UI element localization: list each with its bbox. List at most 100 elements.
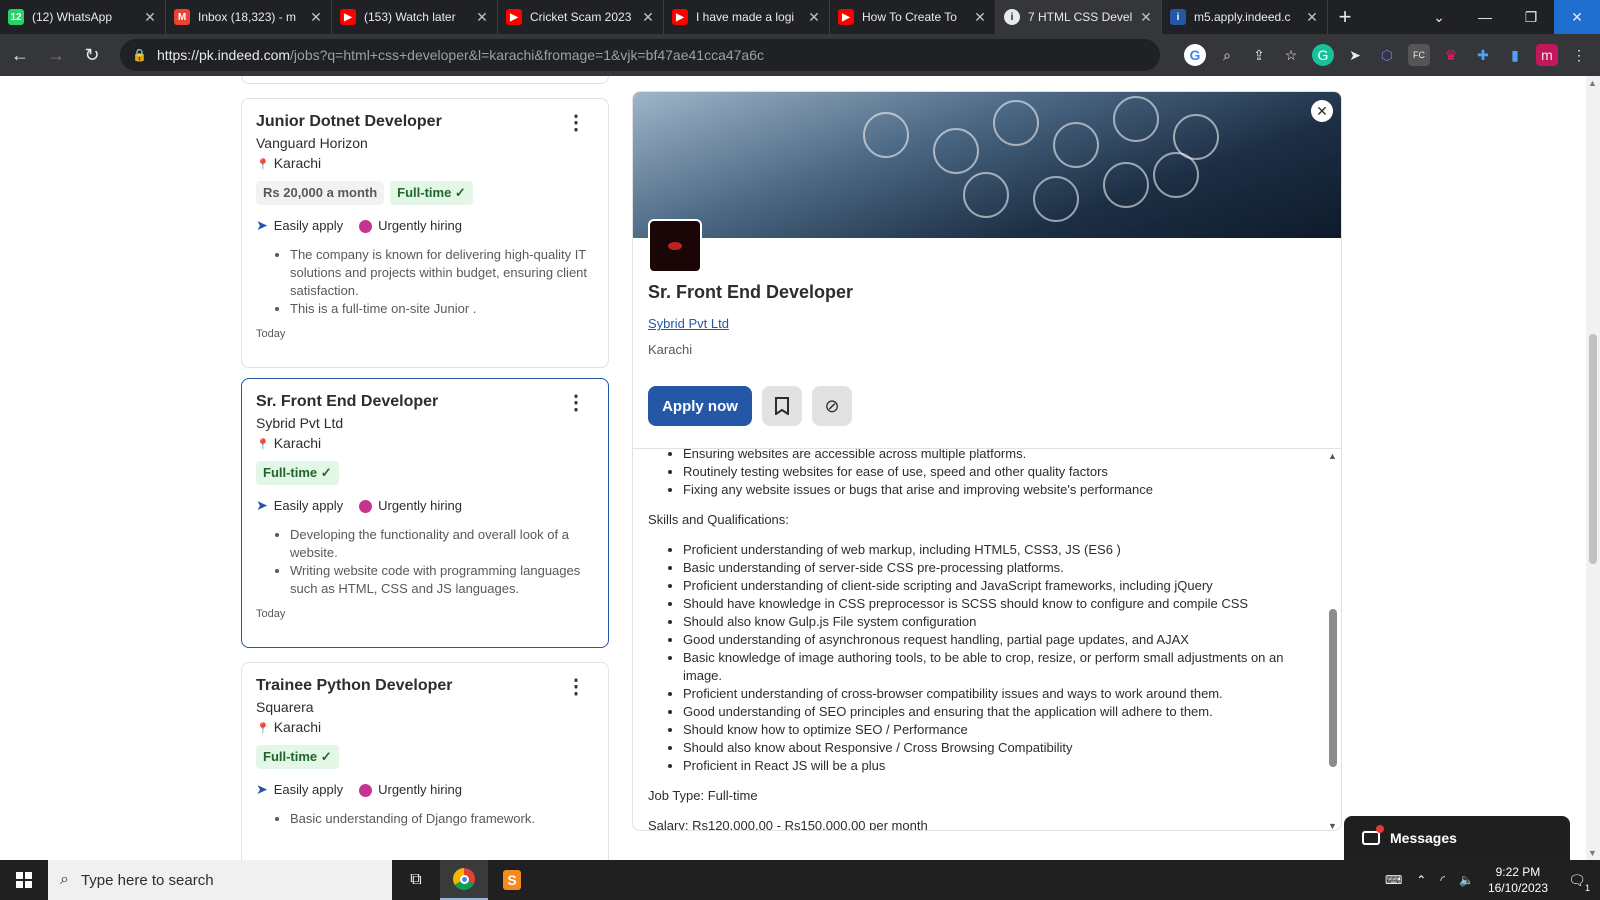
browser-tab[interactable]: ▶ I have made a logi ✕	[664, 0, 830, 34]
share-icon[interactable]: ⇪	[1248, 44, 1270, 66]
browser-tab[interactable]: ▶ How To Create To ✕	[830, 0, 996, 34]
notification-count: 1	[1584, 883, 1590, 893]
snippet-item: The company is known for delivering high…	[290, 246, 594, 300]
taskbar-clock[interactable]: 9:22 PM 16/10/2023	[1488, 864, 1548, 896]
sublime-text-icon[interactable]: S	[488, 860, 536, 900]
more-options-icon[interactable]: ⋮	[566, 393, 586, 413]
browser-tab[interactable]: 12 (12) WhatsApp ✕	[0, 0, 166, 34]
skills-heading: Skills and Qualifications:	[648, 512, 789, 527]
extensions-puzzle-icon[interactable]: ✚	[1472, 44, 1494, 66]
easily-apply-label: Easily apply	[273, 218, 344, 233]
job-card-badges: Rs 20,000 a month Full-time ✓	[256, 181, 594, 205]
new-tab-button[interactable]: +	[1328, 0, 1362, 34]
send-arrow-icon: ➤	[256, 781, 268, 797]
job-card-title[interactable]: Junior Dotnet Developer	[256, 113, 594, 131]
job-card-snippets: Basic understanding of Django framework.	[256, 810, 594, 828]
google-lens-icon[interactable]: G	[1184, 44, 1206, 66]
urgently-hiring: Urgently hiring	[359, 498, 462, 514]
grammarly-icon[interactable]: G	[1312, 44, 1334, 66]
profile-avatar[interactable]: m	[1536, 44, 1558, 66]
not-interested-icon[interactable]: ⊘	[812, 386, 852, 426]
banner-hex-icon	[963, 172, 1009, 218]
messages-button[interactable]: Messages	[1344, 816, 1570, 860]
windows-start-button[interactable]	[0, 860, 48, 900]
scroll-down-arrow-icon[interactable]: ▼	[1328, 821, 1337, 830]
close-tab-icon[interactable]: ✕	[973, 9, 987, 26]
browser-tab[interactable]: i m5.apply.indeed.c ✕	[1162, 0, 1328, 34]
page-scrollbar[interactable]: ▲ ▼	[1586, 76, 1600, 860]
browser-tab[interactable]: i 7 HTML CSS Devel ✕	[996, 0, 1162, 34]
job-card-location: 📍 Karachi	[256, 719, 594, 735]
windows-logo-icon	[16, 872, 32, 888]
browser-tab[interactable]: ▶ (153) Watch later ✕	[332, 0, 498, 34]
wifi-icon[interactable]: ◜	[1440, 873, 1445, 887]
close-tab-icon[interactable]: ✕	[807, 9, 821, 26]
job-card[interactable]: Sr. Front End Developer ⋮ Sybrid Pvt Ltd 📍 K…	[241, 378, 609, 648]
restore-button[interactable]: ❐	[1508, 0, 1554, 34]
job-card-title[interactable]: Sr. Front End Developer	[256, 393, 594, 411]
browser-tab[interactable]: M Inbox (18,323) - m ✕	[166, 0, 332, 34]
close-tab-icon[interactable]: ✕	[475, 9, 489, 26]
chrome-taskbar-icon[interactable]	[440, 860, 488, 900]
tab-search-icon[interactable]: ⌄	[1416, 0, 1462, 34]
volume-icon[interactable]: 🔈	[1459, 873, 1474, 887]
address-bar[interactable]: 🔒 https://pk.indeed.com/jobs?q=html+css+…	[120, 39, 1160, 71]
location-text: Karachi	[273, 719, 322, 735]
cursor-extension-icon[interactable]: ➤	[1344, 44, 1366, 66]
description-scroll-thumb[interactable]	[1329, 609, 1337, 767]
easily-apply: ➤ Easily apply	[256, 497, 343, 514]
extension-crown-icon[interactable]: ♛	[1440, 44, 1462, 66]
close-tab-icon[interactable]: ✕	[143, 9, 157, 26]
scroll-up-arrow-icon[interactable]: ▲	[1328, 451, 1337, 461]
job-details-pane: ✕ Sr. Front End Developer Sybrid Pvt Ltd…	[632, 91, 1342, 831]
job-card-company: Vanguard Horizon	[256, 135, 368, 151]
page-scroll-up-icon[interactable]: ▲	[1588, 78, 1597, 88]
page-scroll-down-icon[interactable]: ▼	[1588, 848, 1597, 858]
task-view-icon[interactable]: ⧉	[392, 860, 440, 900]
clock-icon	[359, 500, 373, 514]
page-scroll-thumb[interactable]	[1589, 334, 1597, 564]
forward-icon[interactable]: →	[40, 39, 72, 71]
back-icon[interactable]: ←	[4, 39, 36, 71]
apply-now-button[interactable]: Apply now	[648, 386, 752, 426]
fc-extension-icon[interactable]: FC	[1408, 44, 1430, 66]
description-scrollbar[interactable]: ▲ ▼	[1327, 449, 1339, 830]
notification-center-icon[interactable]: 🗨 1	[1562, 865, 1592, 895]
job-card[interactable]: Trainee Python Developer ⋮ Squarera 📍 Karach…	[241, 662, 609, 860]
reload-icon[interactable]: ↻	[76, 39, 108, 71]
side-panel-icon[interactable]: ▮	[1504, 44, 1526, 66]
close-details-button[interactable]: ✕	[1311, 100, 1333, 122]
job-card[interactable]: Junior Dotnet Developer ⋮ Vanguard Horizon…	[241, 98, 609, 368]
url-host: https://pk.indeed.com	[156, 47, 291, 63]
keyboard-icon[interactable]: ⌨	[1385, 873, 1402, 887]
banner-hex-icon	[1113, 96, 1159, 142]
location-pin-icon: 📍	[256, 723, 270, 735]
close-tab-icon[interactable]: ✕	[309, 9, 323, 26]
posted-date: Today	[256, 328, 286, 340]
minimize-button[interactable]: —	[1462, 0, 1508, 34]
menu-kebab-icon[interactable]: ⋮	[1568, 44, 1590, 66]
tab-title: I have made a logi	[696, 10, 795, 24]
search-icon: ⌕	[60, 871, 69, 888]
bookmark-star-icon[interactable]: ☆	[1280, 44, 1302, 66]
zoom-icon[interactable]: ⌕	[1216, 44, 1238, 66]
youtube-icon: ▶	[506, 9, 522, 25]
extension-hex-icon[interactable]: ⬡	[1376, 44, 1398, 66]
company-link[interactable]: Sybrid Pvt Ltd	[648, 316, 729, 331]
system-tray: ⌨ ⌃ ◜ 🔈 9:22 PM 16/10/2023 🗨 1	[1385, 864, 1600, 896]
job-card-company: Squarera	[256, 699, 314, 715]
show-hidden-icons-icon[interactable]: ⌃	[1416, 873, 1426, 887]
save-job-bookmark-icon[interactable]	[762, 386, 802, 426]
more-options-icon[interactable]: ⋮	[566, 113, 586, 133]
taskbar-search-box[interactable]: ⌕ Type here to search	[48, 860, 392, 900]
browser-tab[interactable]: ▶ Cricket Scam 2023 ✕	[498, 0, 664, 34]
tab-title: m5.apply.indeed.c	[1194, 10, 1291, 24]
close-tab-icon[interactable]: ✕	[1305, 9, 1319, 26]
more-options-icon[interactable]: ⋮	[566, 677, 586, 697]
close-tab-icon[interactable]: ✕	[641, 9, 655, 26]
close-tab-icon[interactable]: ✕	[1139, 9, 1153, 26]
clock-icon	[359, 784, 373, 798]
clock-icon	[359, 220, 373, 234]
job-card-title[interactable]: Trainee Python Developer	[256, 677, 594, 695]
close-window-button[interactable]: ✕	[1554, 0, 1600, 34]
